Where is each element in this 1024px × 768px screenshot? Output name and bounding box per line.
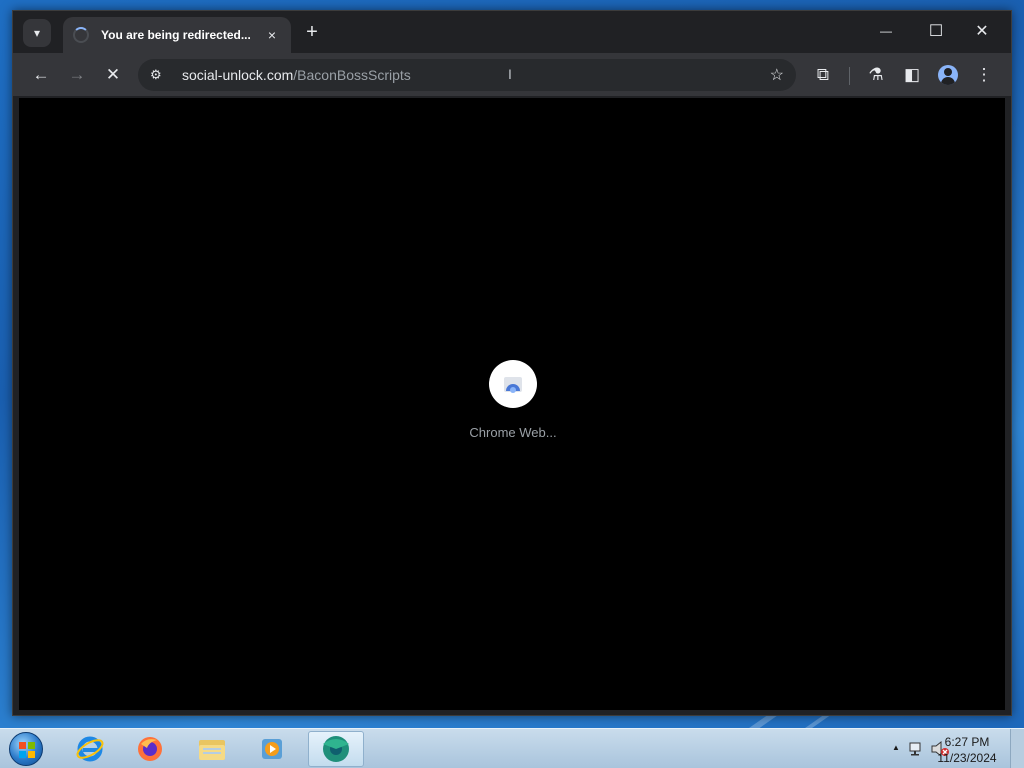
tab-active[interactable]: You are being redirected... × bbox=[63, 17, 291, 53]
show-desktop-button[interactable] bbox=[1010, 729, 1024, 768]
toolbar-divider bbox=[849, 67, 850, 85]
maximize-button[interactable]: ☐ bbox=[913, 11, 959, 51]
loading-spinner-icon bbox=[73, 27, 89, 43]
profile-button[interactable] bbox=[934, 61, 962, 89]
firefox-icon bbox=[138, 737, 162, 761]
title-bar: ▾ You are being redirected... × + — ☐ ✕ bbox=[13, 11, 1011, 53]
chrome-web-store-icon bbox=[504, 377, 522, 393]
side-panel-icon: ◧ bbox=[903, 65, 921, 84]
menu-button[interactable]: ⋮ bbox=[970, 61, 998, 89]
maximize-icon: ☐ bbox=[928, 23, 944, 40]
url-text[interactable]: social-unlock.com/BaconBossScripts bbox=[182, 67, 411, 83]
browser-window: ▾ You are being redirected... × + — ☐ ✕ … bbox=[12, 10, 1012, 716]
taskbar-media-player[interactable] bbox=[244, 731, 300, 767]
close-window-button[interactable]: ✕ bbox=[959, 11, 1005, 51]
side-panel-button[interactable]: ◧ bbox=[898, 61, 926, 89]
new-tab-button[interactable]: + bbox=[301, 22, 323, 44]
taskbar-internet-explorer[interactable] bbox=[62, 731, 118, 767]
extension-loading-badge bbox=[489, 360, 537, 408]
internet-explorer-icon bbox=[76, 736, 104, 762]
stop-loading-button[interactable]: ✕ bbox=[99, 61, 127, 89]
extensions-button[interactable]: ⧉ bbox=[809, 61, 837, 89]
taskbar-chrome[interactable] bbox=[308, 731, 364, 767]
system-tray: ▲ 6:27 PM 11/23/2024 bbox=[844, 729, 1024, 768]
page-content: Chrome Web... bbox=[19, 98, 1005, 710]
close-icon: ✕ bbox=[975, 23, 989, 40]
tray-expand-button[interactable]: ▲ bbox=[892, 743, 900, 752]
folder-icon bbox=[199, 740, 225, 760]
minimize-icon: — bbox=[880, 24, 892, 38]
site-info-icon[interactable]: ⚙ bbox=[150, 67, 170, 83]
media-player-icon bbox=[262, 739, 282, 759]
network-icon[interactable] bbox=[908, 741, 926, 757]
address-bar[interactable]: ⚙ social-unlock.com/BaconBossScripts I ☆ bbox=[138, 59, 796, 91]
tab-title: You are being redirected... bbox=[101, 28, 251, 42]
bookmark-star-icon[interactable]: ☆ bbox=[770, 65, 784, 85]
minimize-button[interactable]: — bbox=[863, 11, 909, 51]
arrow-right-icon: → bbox=[68, 65, 86, 84]
tab-close-button[interactable]: × bbox=[263, 27, 281, 43]
url-domain: social-unlock.com bbox=[182, 67, 294, 83]
flask-icon: ⚗ bbox=[868, 65, 884, 84]
chevron-down-icon: ▾ bbox=[33, 26, 41, 40]
start-button[interactable] bbox=[6, 730, 46, 768]
clock-date: 11/23/2024 bbox=[937, 751, 997, 765]
clock-time: 6:27 PM bbox=[944, 735, 990, 749]
taskbar-file-explorer[interactable] bbox=[184, 731, 240, 767]
browser-toolbar: ← → ✕ ⚙ social-unlock.com/BaconBossScrip… bbox=[13, 53, 1011, 97]
arrow-left-icon: ← bbox=[32, 65, 50, 84]
avatar bbox=[938, 65, 958, 85]
loading-label: Chrome Web... bbox=[469, 425, 557, 440]
puzzle-icon: ⧉ bbox=[816, 65, 830, 84]
more-vert-icon: ⋮ bbox=[975, 65, 993, 84]
tab-search-button[interactable]: ▾ bbox=[23, 19, 51, 47]
labs-button[interactable]: ⚗ bbox=[862, 61, 890, 89]
chrome-icon bbox=[323, 736, 349, 762]
url-path: /BaconBossScripts bbox=[293, 67, 411, 83]
clock[interactable]: 6:27 PM 11/23/2024 bbox=[932, 734, 1002, 766]
text-cursor-icon: I bbox=[508, 66, 512, 82]
taskbar-firefox[interactable] bbox=[122, 731, 178, 767]
close-icon: ✕ bbox=[105, 65, 121, 84]
windows-logo-icon bbox=[9, 732, 43, 766]
forward-button[interactable]: → bbox=[63, 61, 91, 89]
back-button[interactable]: ← bbox=[27, 61, 55, 89]
taskbar: ▲ 6:27 PM 11/23/2024 bbox=[0, 728, 1024, 768]
